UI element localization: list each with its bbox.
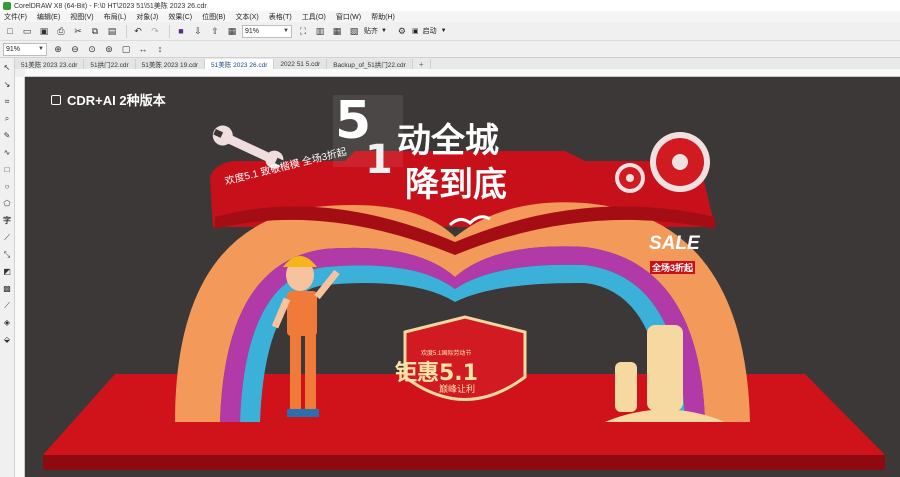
zoom-level-dropdown[interactable]: 91% ▼ <box>242 24 292 38</box>
connector-tool-icon[interactable]: ⤡ <box>2 249 13 260</box>
rectangle-tool-icon[interactable]: □ <box>2 164 13 175</box>
export-icon[interactable]: ⇧ <box>208 24 222 38</box>
sale-subtext: 全场3折起 <box>650 261 696 274</box>
smart-fill-icon[interactable]: ⬙ <box>2 334 13 345</box>
tab-document-3[interactable]: 51美陈 2023 19.cdr <box>135 59 206 69</box>
menu-table[interactable]: 表格(T) <box>269 12 292 22</box>
zoom-levels-combo[interactable]: 91% ▼ <box>3 42 47 56</box>
badge-icon <box>51 94 61 105</box>
grid-icon[interactable]: ▦ <box>330 24 344 38</box>
print-icon[interactable]: ⎙ <box>54 24 68 38</box>
new-document-icon[interactable]: □ <box>3 24 17 38</box>
badge-subtitle: 巅峰让利 <box>439 384 476 394</box>
eyedropper-icon[interactable]: ⟋ <box>2 300 13 311</box>
horizontal-ruler[interactable] <box>25 69 900 77</box>
window-title: CorelDRAW X8 (64-Bit) - F:\0 HT\2023 51\… <box>14 2 207 10</box>
import-icon[interactable]: ⇩ <box>191 24 205 38</box>
title-bar: CorelDRAW X8 (64-Bit) - F:\0 HT\2023 51\… <box>0 0 900 11</box>
zoom-selected-icon[interactable]: ⊙ <box>85 42 99 56</box>
menu-layout[interactable]: 布局(L) <box>104 12 127 22</box>
document-tabs: 51美陈 2023 23.cdr 51拱门22.cdr 51美陈 2023 19… <box>15 58 900 69</box>
export-pdf-icon[interactable]: ▦ <box>225 24 239 38</box>
chevron-down-icon: ▼ <box>283 28 289 34</box>
zoom-tool-icon[interactable]: ⌕ <box>2 113 13 124</box>
menu-text[interactable]: 文本(X) <box>235 12 258 22</box>
menu-bitmaps[interactable]: 位图(B) <box>202 12 225 22</box>
version-watermark: CDR+AI 2种版本 <box>51 90 166 109</box>
zoom-in-icon[interactable]: ⊕ <box>51 42 65 56</box>
shape-tool-icon[interactable]: ↘ <box>2 79 13 90</box>
tab-document-6[interactable]: Backup_of_51拱门22.cdr <box>327 59 413 69</box>
chevron-down-icon: ▼ <box>38 46 44 52</box>
menu-window[interactable]: 窗口(W) <box>336 12 361 22</box>
headline-line-2: 降到底 <box>405 165 507 205</box>
menu-object[interactable]: 对象(J) <box>136 12 158 22</box>
ellipse-tool-icon[interactable]: ○ <box>2 181 13 192</box>
menu-view[interactable]: 视图(V) <box>70 12 93 22</box>
stage-platform-front <box>43 455 885 470</box>
add-tab-button[interactable]: + <box>413 59 431 69</box>
gear-large-icon <box>650 132 710 192</box>
redo-icon[interactable]: ↷ <box>148 24 162 38</box>
tab-document-1[interactable]: 51美陈 2023 23.cdr <box>15 59 85 69</box>
chevron-down-icon: ▼ <box>440 28 447 34</box>
copy-icon[interactable]: ⧉ <box>88 24 102 38</box>
polygon-tool-icon[interactable]: ⬠ <box>2 198 13 209</box>
open-icon[interactable]: ▭ <box>20 24 34 38</box>
zoom-width-icon[interactable]: ↔ <box>136 42 150 56</box>
cut-icon[interactable]: ✂ <box>71 24 85 38</box>
crop-tool-icon[interactable]: ⌗ <box>2 96 13 107</box>
coreldraw-window: CorelDRAW X8 (64-Bit) - F:\0 HT\2023 51\… <box>0 0 900 477</box>
menu-file[interactable]: 文件(F) <box>4 12 27 22</box>
artistic-media-icon[interactable]: ∿ <box>2 147 13 158</box>
pick-tool-icon[interactable]: ↖ <box>2 62 13 73</box>
sale-text: SALE <box>649 233 700 254</box>
zoom-height-icon[interactable]: ↕ <box>153 42 167 56</box>
text-tool-icon[interactable]: 字 <box>2 215 13 226</box>
menu-effects[interactable]: 效果(C) <box>168 12 192 22</box>
vertical-ruler[interactable] <box>15 77 25 477</box>
menu-edit[interactable]: 编辑(E) <box>37 12 60 22</box>
full-screen-icon[interactable]: ⛶ <box>296 24 310 38</box>
property-bar: 91% ▼ ⊕ ⊖ ⊙ ⊚ ▢ ↔ ↕ <box>0 41 900 58</box>
chevron-down-icon: ▼ <box>381 28 387 34</box>
menu-tools[interactable]: 工具(O) <box>302 12 326 22</box>
dimension-tool-icon[interactable]: ⟋ <box>2 232 13 243</box>
options-gear-icon[interactable]: ⚙ <box>395 24 409 38</box>
guidelines-icon[interactable]: ▧ <box>347 24 361 38</box>
tab-document-active[interactable]: 51美陈 2023 26.cdr <box>205 59 275 69</box>
tab-document-2[interactable]: 51拱门22.cdr <box>84 59 136 69</box>
app-logo-icon <box>3 1 11 10</box>
zoom-page-icon[interactable]: ▢ <box>119 42 133 56</box>
transparency-tool-icon[interactable]: ▩ <box>2 283 13 294</box>
menu-help[interactable]: 帮助(H) <box>371 12 395 22</box>
headline-line-1: 动全城 <box>397 121 499 161</box>
zoom-all-objects-icon[interactable]: ⊚ <box>102 42 116 56</box>
rulers-icon[interactable]: ▥ <box>313 24 327 38</box>
headline-one: 1 <box>365 137 393 183</box>
menu-bar: 文件(F) 编辑(E) 视图(V) 布局(L) 对象(J) 效果(C) 位图(B… <box>0 11 900 22</box>
snap-to-dropdown[interactable]: 贴齐 ▼ <box>364 26 387 36</box>
gear-small-icon <box>615 163 645 193</box>
save-icon[interactable]: ▣ <box>37 24 51 38</box>
standard-toolbar: □ ▭ ▣ ⎙ ✂ ⧉ ▤ ↶ ↷ ■ ⇩ ⇧ ▦ 91% ▼ ⛶ ▥ ▦ ▧ … <box>0 22 900 41</box>
undo-icon[interactable]: ↶ <box>131 24 145 38</box>
launch-icon: ▣ <box>411 28 419 35</box>
search-content-icon[interactable]: ■ <box>174 24 188 38</box>
drop-shadow-icon[interactable]: ◩ <box>2 266 13 277</box>
paste-icon[interactable]: ▤ <box>105 24 119 38</box>
toolbox: ↖ ↘ ⌗ ⌕ ✎ ∿ □ ○ ⬠ 字 ⟋ ⤡ ◩ ▩ ⟋ ◈ ⬙ <box>0 58 15 477</box>
tab-document-5[interactable]: 2022 51 5.cdr <box>274 59 328 69</box>
freehand-tool-icon[interactable]: ✎ <box>2 130 13 141</box>
drawing-canvas[interactable]: CDR+AI 2种版本 5 1 动全城 降到底 欢度5.1 致敬楷模 全场3折起… <box>25 77 900 477</box>
interactive-fill-icon[interactable]: ◈ <box>2 317 13 328</box>
zoom-out-icon[interactable]: ⊖ <box>68 42 82 56</box>
launch-dropdown[interactable]: ▣ 启动 ▼ <box>412 26 447 36</box>
